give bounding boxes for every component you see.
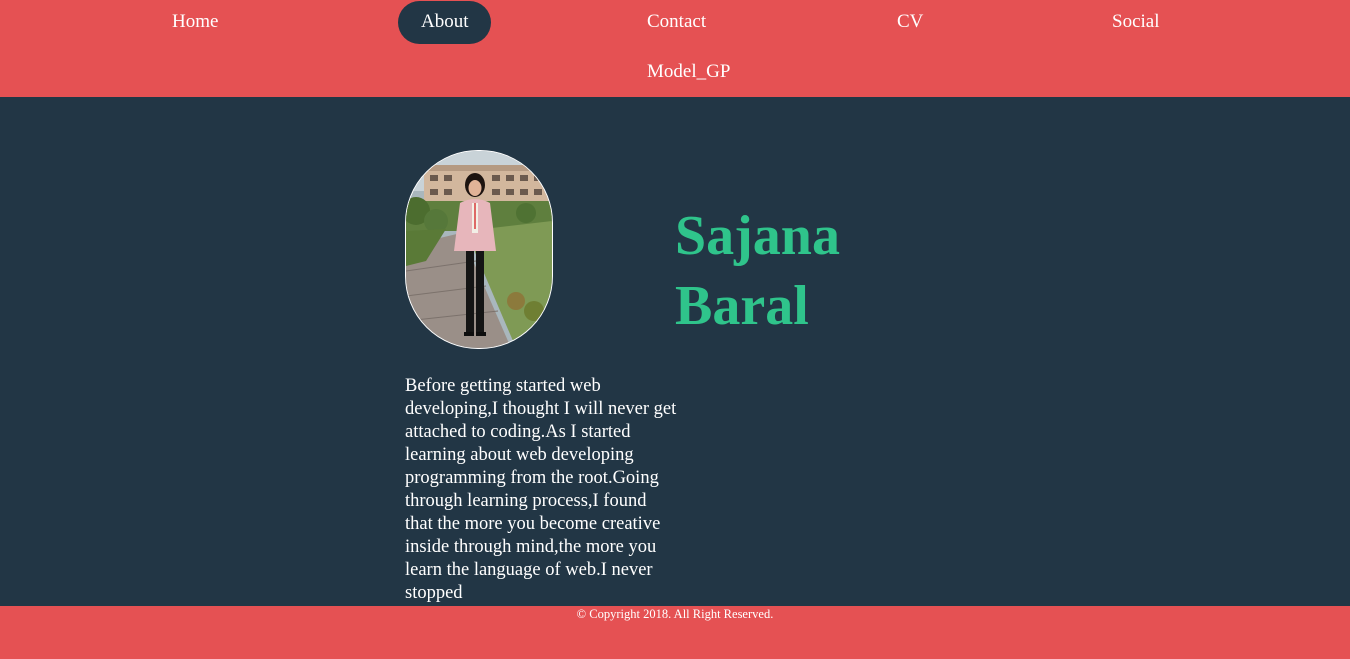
about-section: Sajana Baral Before getting started web … bbox=[0, 97, 1350, 606]
top-navigation: Home About Contact CV Social Model_GP bbox=[0, 0, 1350, 97]
profile-name: Sajana Baral bbox=[675, 201, 935, 341]
profile-photo-image bbox=[406, 151, 552, 348]
profile-name-first: Sajana bbox=[675, 205, 840, 267]
nav-link-contact[interactable]: Contact bbox=[647, 11, 706, 33]
nav-link-model-gp[interactable]: Model_GP bbox=[647, 61, 730, 83]
copyright-text: © Copyright 2018. All Right Reserved. bbox=[576, 607, 774, 621]
nav-link-about[interactable]: About bbox=[398, 1, 491, 44]
nav-link-cv[interactable]: CV bbox=[897, 11, 923, 33]
profile-photo bbox=[405, 150, 553, 349]
page-footer: © Copyright 2018. All Right Reserved. bbox=[0, 606, 1350, 659]
nav-link-home[interactable]: Home bbox=[172, 11, 218, 33]
nav-link-social[interactable]: Social bbox=[1112, 11, 1160, 33]
profile-name-last: Baral bbox=[675, 275, 809, 337]
profile-bio: Before getting started web developing,I … bbox=[405, 376, 677, 603]
